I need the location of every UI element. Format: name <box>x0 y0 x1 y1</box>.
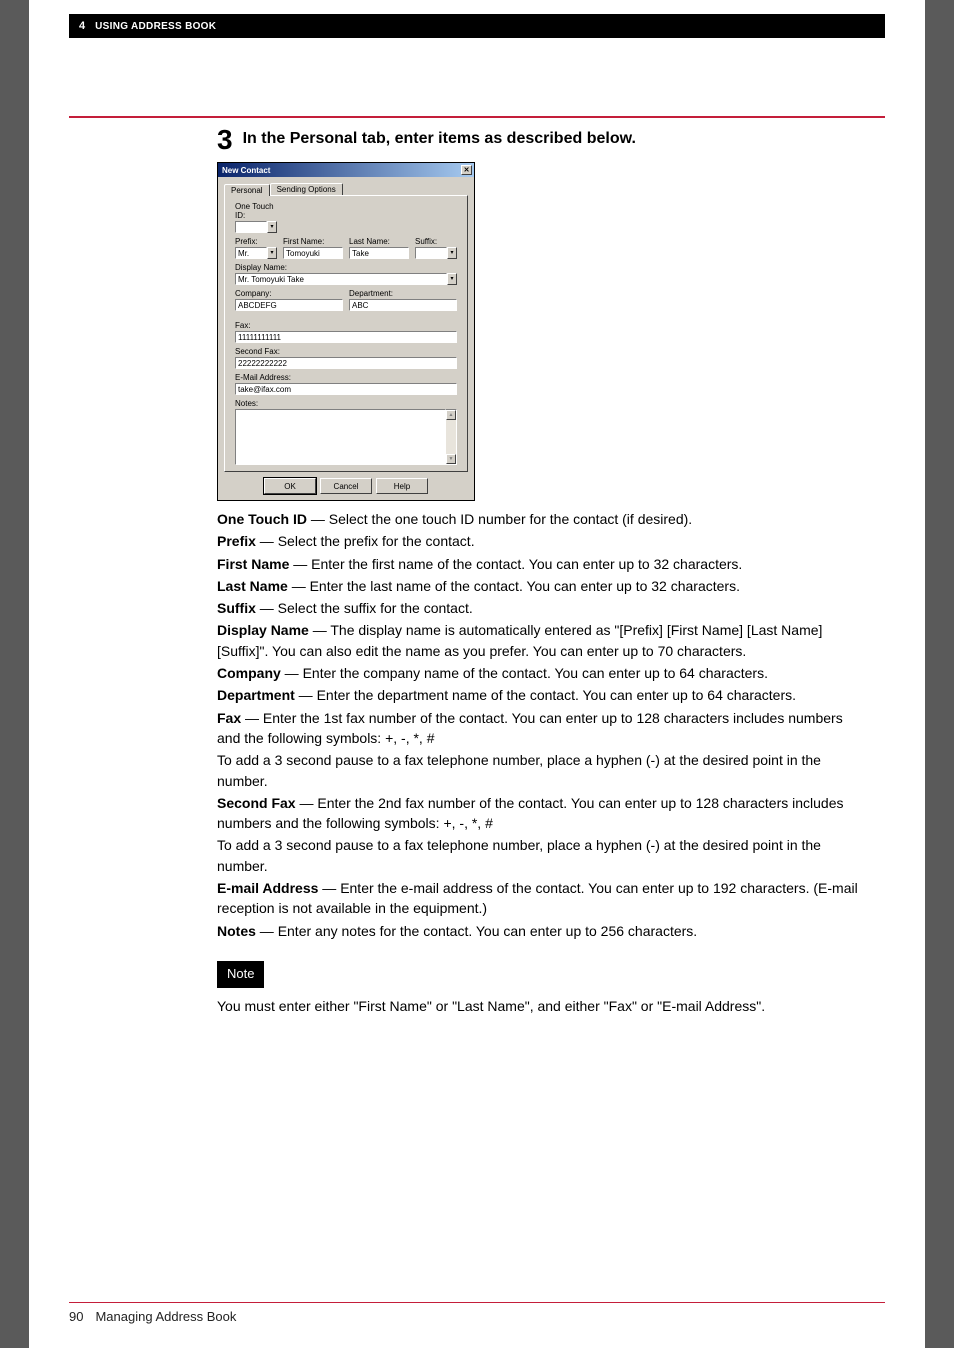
label-email: E-Mail Address: <box>235 373 457 382</box>
def-term-email: E-mail Address <box>217 880 318 896</box>
def-fax-extra: To add a 3 second pause to a fax telepho… <box>217 750 865 791</box>
display-name-value: Mr. Tomoyuki Take <box>235 273 447 285</box>
def-term-company: Company <box>217 665 281 681</box>
page-footer: 90 Managing Address Book <box>69 1302 885 1324</box>
email-field[interactable]: take@ifax.com <box>235 383 457 395</box>
step-heading-row: 3 In the Personal tab, enter items as de… <box>217 130 865 158</box>
def-term-one-touch: One Touch ID <box>217 511 307 527</box>
scroll-up-icon[interactable]: ▲ <box>446 410 456 420</box>
footer-rule <box>69 1302 885 1303</box>
tab-sending-options[interactable]: Sending Options <box>270 183 343 195</box>
def-term-suffix: Suffix <box>217 600 256 616</box>
chapter-title: USING ADDRESS BOOK <box>95 21 216 32</box>
note-text: You must enter either "First Name" or "L… <box>217 996 865 1016</box>
document-page: 4 USING ADDRESS BOOK 3 In the Personal t… <box>29 0 925 1348</box>
notes-textarea[interactable]: ▲ ▼ <box>235 409 457 465</box>
chevron-down-icon: ▾ <box>267 247 277 259</box>
label-second-fax: Second Fax: <box>235 347 457 356</box>
def-second-fax-extra: To add a 3 second pause to a fax telepho… <box>217 835 865 876</box>
label-suffix: Suffix: <box>415 237 457 246</box>
def-desc-company: Enter the company name of the contact. Y… <box>303 665 768 681</box>
prefix-select[interactable]: Mr. ▾ <box>235 247 277 259</box>
close-icon[interactable]: ✕ <box>461 165 472 175</box>
def-desc-notes: Enter any notes for the contact. You can… <box>278 923 698 939</box>
dialog-tabs: Personal Sending Options <box>218 177 474 195</box>
def-term-fax: Fax <box>217 710 241 726</box>
label-department: Department: <box>349 289 457 298</box>
definitions-block: One Touch ID — Select the one touch ID n… <box>217 509 865 1016</box>
second-fax-field[interactable]: 22222222222 <box>235 357 457 369</box>
page-number: 90 <box>69 1309 83 1324</box>
suffix-value <box>415 247 447 259</box>
new-contact-dialog: New Contact ✕ Personal Sending Options O… <box>217 162 475 501</box>
display-name-select[interactable]: Mr. Tomoyuki Take ▾ <box>235 273 457 285</box>
content-block: 3 In the Personal tab, enter items as de… <box>69 130 885 1016</box>
chapter-number: 4 <box>79 20 85 32</box>
last-name-field[interactable]: Take <box>349 247 409 259</box>
step-number: 3 <box>217 126 233 154</box>
dialog-titlebar[interactable]: New Contact ✕ <box>218 163 474 177</box>
help-button[interactable]: Help <box>376 478 428 494</box>
dialog-title: New Contact <box>222 166 270 175</box>
def-term-prefix: Prefix <box>217 533 256 549</box>
label-notes: Notes: <box>235 399 457 408</box>
def-desc-suffix: Select the suffix for the contact. <box>278 600 473 616</box>
def-term-first-name: First Name <box>217 556 289 572</box>
chevron-down-icon: ▾ <box>447 273 457 285</box>
def-term-notes: Notes <box>217 923 256 939</box>
suffix-select[interactable]: ▾ <box>415 247 457 259</box>
def-term-last-name: Last Name <box>217 578 288 594</box>
def-term-second-fax: Second Fax <box>217 795 296 811</box>
dialog-footer: OK Cancel Help <box>218 478 474 500</box>
note-badge: Note <box>217 961 264 988</box>
def-term-department: Department <box>217 687 295 703</box>
step-heading: In the Personal tab, enter items as desc… <box>243 130 636 148</box>
footer-title: Managing Address Book <box>95 1309 236 1324</box>
def-desc-department: Enter the department name of the contact… <box>317 687 796 703</box>
label-one-touch: One Touch ID: <box>235 202 277 220</box>
label-prefix: Prefix: <box>235 237 277 246</box>
prefix-value: Mr. <box>235 247 267 259</box>
label-company: Company: <box>235 289 343 298</box>
label-fax: Fax: <box>235 321 457 330</box>
scroll-down-icon[interactable]: ▼ <box>446 454 456 464</box>
chevron-down-icon: ▾ <box>267 221 277 233</box>
first-name-field[interactable]: Tomoyuki <box>283 247 343 259</box>
fax-field[interactable]: 11111111111 <box>235 331 457 343</box>
tab-personal[interactable]: Personal <box>224 184 270 196</box>
chevron-down-icon: ▾ <box>447 247 457 259</box>
label-display-name: Display Name: <box>235 263 457 272</box>
def-desc-first-name: Enter the first name of the contact. You… <box>311 556 742 572</box>
dialog-panel: One Touch ID: ▾ Prefix: Mr. ▾ <box>224 195 468 472</box>
def-desc-one-touch: Select the one touch ID number for the c… <box>329 511 692 527</box>
department-field[interactable]: ABC <box>349 299 457 311</box>
section-rule <box>69 116 885 118</box>
label-last-name: Last Name: <box>349 237 409 246</box>
footer-text: 90 Managing Address Book <box>69 1309 885 1324</box>
ok-button[interactable]: OK <box>264 478 316 494</box>
def-desc-last-name: Enter the last name of the contact. You … <box>310 578 740 594</box>
def-desc-prefix: Select the prefix for the contact. <box>278 533 475 549</box>
one-touch-value <box>235 221 267 233</box>
def-term-display-name: Display Name <box>217 622 309 638</box>
label-first-name: First Name: <box>283 237 343 246</box>
company-field[interactable]: ABCDEFG <box>235 299 343 311</box>
notes-scrollbar[interactable]: ▲ ▼ <box>446 409 457 465</box>
def-desc-fax: Enter the 1st fax number of the contact.… <box>217 710 843 746</box>
chapter-header: 4 USING ADDRESS BOOK <box>69 14 885 38</box>
one-touch-select[interactable]: ▾ <box>235 221 277 233</box>
cancel-button[interactable]: Cancel <box>320 478 372 494</box>
